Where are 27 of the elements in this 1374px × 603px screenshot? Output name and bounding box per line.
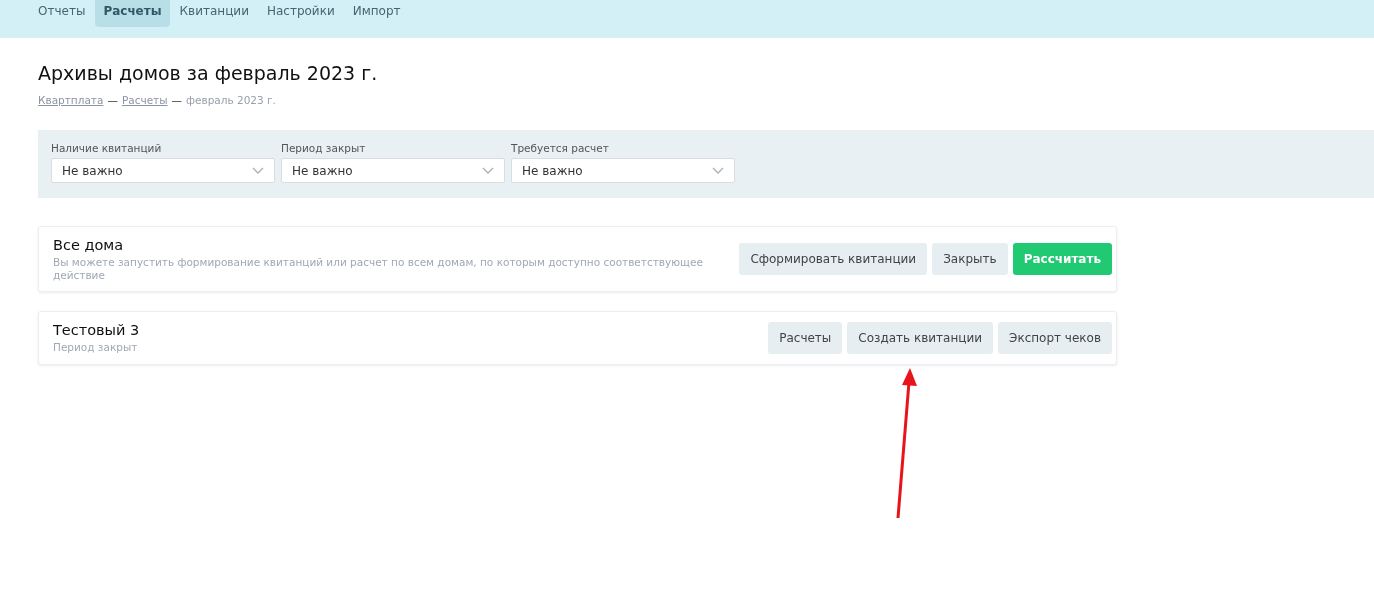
action-button[interactable]: Создать квитанции (847, 322, 994, 355)
chevron-down-icon (712, 167, 724, 174)
filter-dropdown[interactable]: Не важно (511, 158, 735, 183)
filter-dropdown[interactable]: Не важно (281, 158, 505, 183)
card-subtitle: Период закрыт (53, 341, 139, 354)
filter-dropdown[interactable]: Не важно (51, 158, 275, 183)
breadcrumb-separator: — (107, 94, 118, 106)
action-button[interactable]: Экспорт чеков (998, 322, 1112, 355)
card-title: Все дома (53, 237, 125, 253)
nav-tab[interactable]: Квитанции (171, 0, 257, 27)
card-title: Тестовый 3 (53, 322, 140, 339)
nav-tab[interactable]: Расчеты (95, 0, 170, 27)
action-button[interactable]: Расчеты (768, 322, 843, 355)
card-subtitle: Вы можете запустить формирование квитанций или расчет по всем домам, по которым доступно соответствующее действие (53, 256, 704, 282)
action-button[interactable]: Закрыть (932, 243, 1008, 276)
nav-tab[interactable]: Настройки (258, 0, 343, 27)
nav-tab[interactable]: Отчеты (30, 0, 94, 27)
filter-label: Наличие квитанций (51, 142, 163, 154)
page-title: Архивы домов за февраль 2023 г. (38, 62, 379, 84)
action-button[interactable]: Сформировать квитанции (739, 243, 928, 276)
breadcrumb-separator: — (171, 94, 183, 106)
chevron-down-icon (252, 167, 264, 174)
breadcrumb-current: февраль 2023 г. (186, 94, 276, 106)
filter-label: Период закрыт (281, 142, 367, 154)
filter-label: Требуется расчет (511, 142, 610, 154)
nav-tab[interactable]: Импорт (344, 0, 409, 27)
chevron-down-icon (482, 167, 494, 174)
